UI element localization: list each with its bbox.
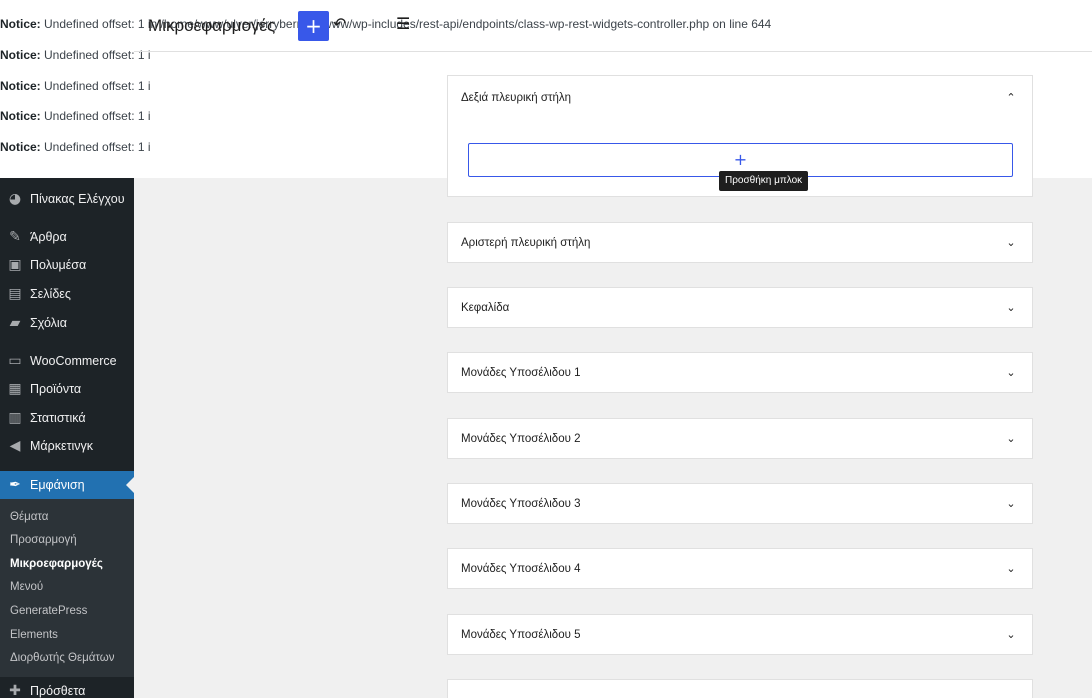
- sidebar-item-pages[interactable]: ▤ Σελίδες: [0, 280, 134, 308]
- submenu-item-themes[interactable]: Θέματα: [10, 511, 48, 523]
- widget-area-title[interactable]: Δεξιά πλευρική στήλη: [461, 92, 571, 104]
- dashboard-icon: ◕: [8, 191, 22, 207]
- pages-icon: ▤: [8, 286, 22, 302]
- sidebar-item-posts[interactable]: ✎ Άρθρα: [0, 223, 134, 251]
- widget-area-footer-3[interactable]: Μονάδες Υποσέλιδου 3 ⌄: [447, 483, 1033, 524]
- plus-icon: +: [733, 150, 748, 169]
- sidebar-item-label: WooCommerce: [30, 354, 117, 368]
- sidebar-item-dashboard[interactable]: ◕ Πίνακας Ελέγχου: [0, 185, 134, 213]
- widget-area-footer-4[interactable]: Μονάδες Υποσέλιδου 4 ⌄: [447, 548, 1033, 589]
- list-view-icon[interactable]: ☰: [396, 14, 416, 36]
- brush-icon: ✒: [9, 477, 21, 493]
- chevron-down-icon[interactable]: ⌄: [1004, 562, 1018, 576]
- submenu-item-menus[interactable]: Μενού: [10, 581, 43, 593]
- woo-icon: ▭: [8, 353, 22, 369]
- chevron-down-icon[interactable]: ⌄: [1004, 432, 1018, 446]
- comments-icon: ▰: [9, 315, 21, 331]
- widget-area-title: Αριστερή πλευρική στήλη: [461, 237, 591, 249]
- chevron-down-icon[interactable]: ⌄: [1004, 628, 1018, 642]
- sidebar-item-label: Μάρκετινγκ: [30, 439, 94, 453]
- stats-icon: ▥: [8, 410, 22, 426]
- chevron-down-icon[interactable]: ⌄: [1004, 236, 1018, 250]
- sidebar-item-label: Προϊόντα: [30, 382, 82, 396]
- megaphone-icon: ◀: [9, 438, 21, 454]
- sidebar-item-media[interactable]: ▣ Πολυμέσα: [0, 251, 134, 279]
- page-title: Μικροεφαρμογές: [148, 16, 276, 35]
- notice-label: Notice:: [0, 140, 41, 154]
- notice-line: Notice: Undefined offset: 1 i: [0, 79, 151, 93]
- chevron-down-icon[interactable]: ⌄: [1004, 366, 1018, 380]
- sidebar-item-comments[interactable]: ▰ Σχόλια: [0, 309, 134, 337]
- widget-area-title: Μονάδες Υποσέλιδου 2: [461, 433, 581, 445]
- sidebar-item-label: Άρθρα: [30, 230, 67, 244]
- widget-area-left-sidebar[interactable]: Αριστερή πλευρική στήλη ⌄: [447, 222, 1033, 263]
- widget-area-footer-1[interactable]: Μονάδες Υποσέλιδου 1 ⌄: [447, 352, 1033, 393]
- sidebar-item-label: Εμφάνιση: [30, 478, 85, 492]
- submenu-item-elements[interactable]: Elements: [10, 629, 58, 641]
- notice-label: Notice:: [0, 17, 41, 31]
- sidebar-item-woocommerce[interactable]: ▭ WooCommerce: [0, 347, 134, 375]
- notice-line: Notice: Undefined offset: 1 i: [0, 109, 151, 123]
- sidebar-item-label: Πίνακας Ελέγχου: [30, 192, 125, 206]
- notice-label: Notice:: [0, 48, 41, 62]
- widget-area-title: Κεφαλίδα: [461, 302, 510, 314]
- admin-sidebar: ◕ Πίνακας Ελέγχου ✎ Άρθρα ▣ Πολυμέσα ▤ Σελίδ…: [0, 178, 134, 698]
- plugin-icon: ✚: [9, 683, 21, 698]
- widget-area-title: Μονάδες Υποσέλιδου 1: [461, 367, 581, 379]
- notice-text: Undefined offset: 1 i: [44, 140, 151, 154]
- sidebar-item-label: Στατιστικά: [30, 411, 86, 425]
- widget-area-title: Μονάδες Υποσέλιδου 5: [461, 629, 581, 641]
- appearance-submenu: Θέματα Προσαρμογή Μικροεφαρμογές Μενού G…: [0, 499, 134, 677]
- notice-label: Notice:: [0, 109, 41, 123]
- notice-line: Notice: Undefined offset: 1 i: [0, 48, 151, 62]
- sidebar-item-label: Σχόλια: [30, 316, 67, 330]
- widget-area-partial[interactable]: [447, 679, 1033, 698]
- widget-area-header[interactable]: Κεφαλίδα ⌄: [447, 287, 1033, 328]
- add-block-tooltip: Προσθήκη μπλοκ: [719, 171, 809, 191]
- sidebar-item-marketing[interactable]: ◀ Μάρκετινγκ: [0, 432, 134, 460]
- notice-line: Notice: Undefined offset: 1 i: [0, 140, 151, 154]
- sidebar-item-plugins[interactable]: ✚ Πρόσθετα: [0, 677, 134, 698]
- submenu-item-generatepress[interactable]: GeneratePress: [10, 605, 87, 617]
- block-inserter-button[interactable]: +: [298, 11, 329, 41]
- chevron-down-icon[interactable]: ⌄: [1004, 497, 1018, 511]
- notice-label: Notice:: [0, 79, 41, 93]
- products-icon: ▦: [8, 381, 22, 397]
- widget-area-title: Μονάδες Υποσέλιδου 3: [461, 498, 581, 510]
- submenu-item-theme-editor[interactable]: Διορθωτής Θεμάτων: [10, 652, 115, 664]
- notice-text: Undefined offset: 1 i: [44, 109, 151, 123]
- sidebar-item-label: Πρόσθετα: [30, 684, 86, 698]
- sidebar-item-label: Πολυμέσα: [30, 258, 87, 272]
- widget-area-footer-2[interactable]: Μονάδες Υποσέλιδου 2 ⌄: [447, 418, 1033, 459]
- submenu-item-widgets[interactable]: Μικροεφαρμογές: [10, 558, 103, 570]
- media-icon: ▣: [8, 257, 22, 273]
- sidebar-item-label: Σελίδες: [30, 287, 71, 301]
- submenu-item-customize[interactable]: Προσαρμογή: [10, 534, 77, 546]
- pin-icon: ✎: [9, 229, 21, 245]
- chevron-down-icon[interactable]: ⌄: [1004, 301, 1018, 315]
- sidebar-item-products[interactable]: ▦ Προϊόντα: [0, 375, 134, 403]
- chevron-up-icon[interactable]: ⌃: [1004, 91, 1018, 105]
- widget-area-footer-5[interactable]: Μονάδες Υποσέλιδου 5 ⌄: [447, 614, 1033, 655]
- widget-area-title: Μονάδες Υποσέλιδου 4: [461, 563, 581, 575]
- notice-text: Undefined offset: 1 i: [44, 79, 151, 93]
- sidebar-item-appearance[interactable]: ✒ Εμφάνιση: [0, 471, 134, 499]
- sidebar-item-stats[interactable]: ▥ Στατιστικά: [0, 404, 134, 432]
- editor-header: Μικροεφαρμογές + ↶ ☰: [134, 0, 1092, 52]
- undo-icon[interactable]: ↶: [333, 14, 355, 36]
